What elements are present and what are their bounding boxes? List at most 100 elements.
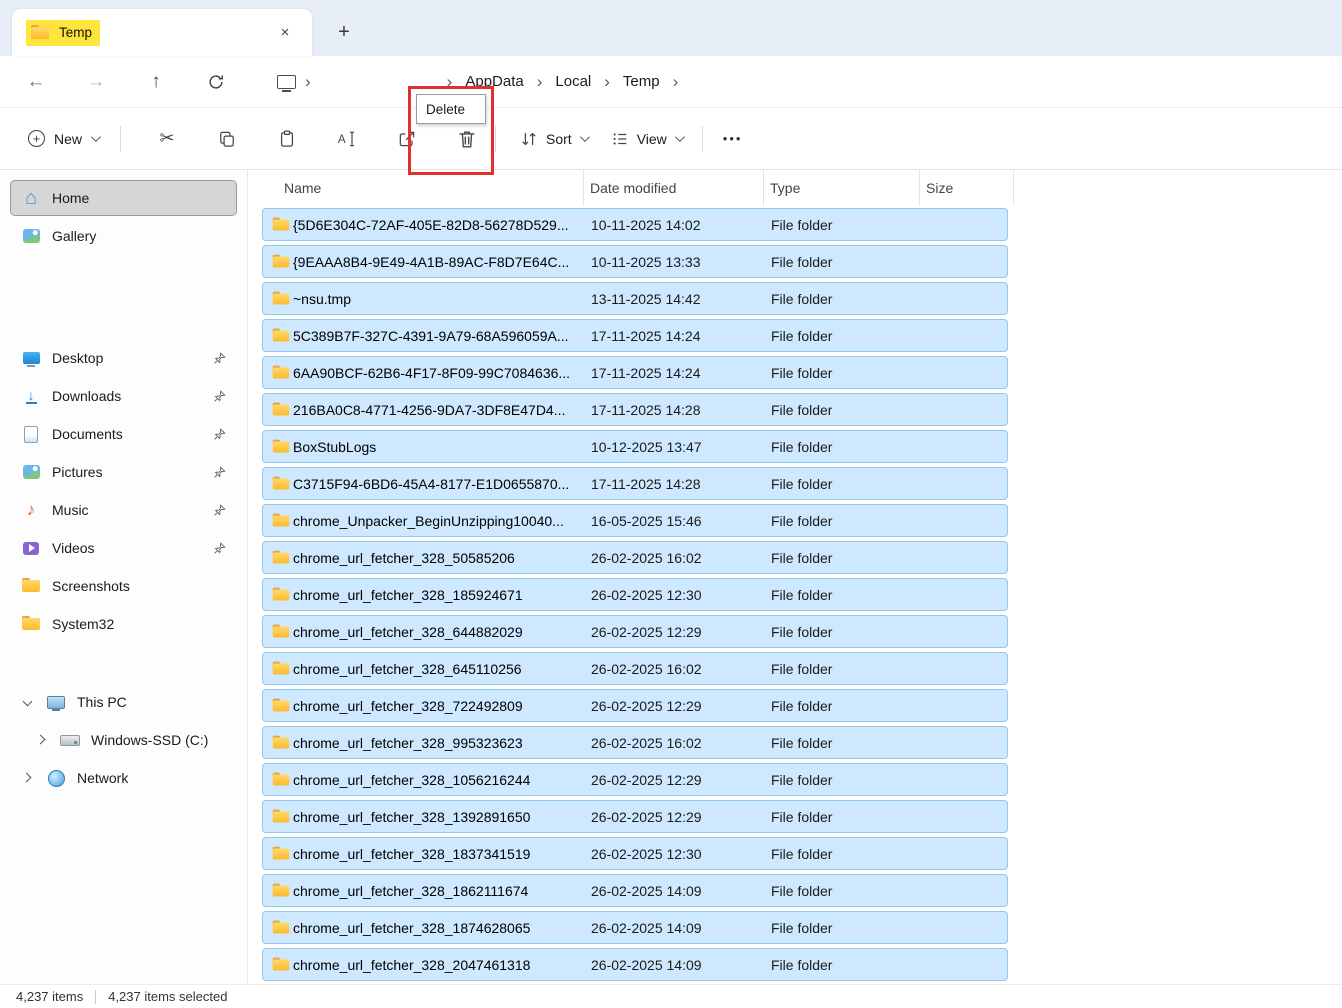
sidebar-item[interactable]: Gallery <box>10 218 237 254</box>
breadcrumb-segment-appdata[interactable]: AppData <box>461 69 527 94</box>
sidebar-item[interactable]: Screenshots <box>10 568 237 604</box>
file-row[interactable]: chrome_url_fetcher_328_1862111674 26-02-… <box>262 874 1008 907</box>
file-row[interactable]: chrome_url_fetcher_328_2047461318 26-02-… <box>262 948 1008 981</box>
file-row[interactable]: chrome_Unpacker_BeginUnzipping10040... 1… <box>262 504 1008 537</box>
chevron-right-icon[interactable]: › <box>595 72 619 92</box>
delete-button[interactable] <box>449 121 485 157</box>
file-date-modified: 26-02-2025 12:30 <box>585 587 765 603</box>
file-date-modified: 26-02-2025 16:02 <box>585 550 765 566</box>
sidebar-item[interactable]: Documents <box>10 416 237 452</box>
sidebar-item-icon <box>21 576 41 596</box>
expand-chevron-icon[interactable] <box>21 695 35 709</box>
file-row[interactable]: 216BA0C8-4771-4256-9DA7-3DF8E47D4... 17-… <box>262 393 1008 426</box>
sort-button[interactable]: Sort <box>510 122 597 156</box>
file-type: File folder <box>765 920 921 936</box>
expand-chevron-icon[interactable] <box>21 771 35 785</box>
file-name: {5D6E304C-72AF-405E-82D8-56278D529... <box>293 217 585 233</box>
up-button[interactable]: ↑ <box>144 68 168 96</box>
this-pc-icon[interactable] <box>276 72 296 92</box>
paste-button[interactable] <box>269 121 305 157</box>
file-row[interactable]: chrome_url_fetcher_328_644882029 26-02-2… <box>262 615 1008 648</box>
sort-icon <box>520 130 538 148</box>
file-type: File folder <box>765 550 921 566</box>
back-button[interactable]: ← <box>24 68 48 96</box>
folder-icon <box>272 770 290 788</box>
folder-icon <box>272 548 290 566</box>
column-header-size[interactable]: Size <box>920 170 1014 206</box>
copy-button[interactable] <box>209 121 245 157</box>
file-type: File folder <box>765 624 921 640</box>
column-header-name[interactable]: Name <box>262 170 584 206</box>
file-date-modified: 26-02-2025 14:09 <box>585 920 765 936</box>
file-row[interactable]: chrome_url_fetcher_328_1874628065 26-02-… <box>262 911 1008 944</box>
chevron-right-icon[interactable]: › <box>438 72 462 92</box>
sidebar-tree-item[interactable]: Network <box>10 760 237 796</box>
sidebar-tree-item[interactable]: This PC <box>10 684 237 720</box>
file-row[interactable]: BoxStubLogs 10-12-2025 13:47 File folder <box>262 430 1008 463</box>
pin-icon <box>213 390 226 403</box>
file-date-modified: 26-02-2025 12:29 <box>585 809 765 825</box>
tab-close-button[interactable]: × <box>272 20 298 46</box>
more-options-button[interactable]: ••• <box>713 123 753 154</box>
file-type: File folder <box>765 402 921 418</box>
rename-button[interactable]: A <box>329 121 365 157</box>
sidebar-item[interactable]: Downloads <box>10 378 237 414</box>
file-row[interactable]: chrome_url_fetcher_328_722492809 26-02-2… <box>262 689 1008 722</box>
tab-temp[interactable]: Temp × <box>12 9 312 56</box>
file-row[interactable]: C3715F94-6BD6-45A4-8177-E1D0655870... 17… <box>262 467 1008 500</box>
column-header-date-modified[interactable]: Date modified <box>584 170 764 206</box>
chevron-right-icon[interactable]: › <box>664 72 688 92</box>
share-button[interactable] <box>389 121 425 157</box>
file-row[interactable]: ~nsu.tmp 13-11-2025 14:42 File folder <box>262 282 1008 315</box>
file-date-modified: 16-05-2025 15:46 <box>585 513 765 529</box>
file-name: chrome_url_fetcher_328_1874628065 <box>293 920 585 936</box>
file-name: chrome_url_fetcher_328_1056216244 <box>293 772 585 788</box>
refresh-button[interactable] <box>204 68 228 96</box>
sidebar-item[interactable]: Music <box>10 492 237 528</box>
file-date-modified: 10-11-2025 13:33 <box>585 254 765 270</box>
file-row[interactable]: chrome_url_fetcher_328_1392891650 26-02-… <box>262 800 1008 833</box>
expand-chevron-icon[interactable] <box>35 733 49 747</box>
sidebar-item[interactable]: Desktop <box>10 340 237 376</box>
chevron-right-icon[interactable]: › <box>296 72 320 92</box>
file-row[interactable]: {9EAAA8B4-9E49-4A1B-89AC-F8D7E64C... 10-… <box>262 245 1008 278</box>
breadcrumb-segment-local[interactable]: Local <box>551 69 595 94</box>
file-date-modified: 26-02-2025 12:29 <box>585 698 765 714</box>
file-type: File folder <box>765 513 921 529</box>
file-row[interactable]: 5C389B7F-327C-4391-9A79-68A596059A... 17… <box>262 319 1008 352</box>
selected-count: 4,237 items selected <box>108 989 227 1004</box>
chevron-right-icon[interactable]: › <box>528 72 552 92</box>
column-header-type[interactable]: Type <box>764 170 920 206</box>
file-date-modified: 17-11-2025 14:24 <box>585 328 765 344</box>
copy-icon <box>217 129 237 149</box>
file-row[interactable]: chrome_url_fetcher_328_50585206 26-02-20… <box>262 541 1008 574</box>
sidebar-item[interactable]: Home <box>10 180 237 216</box>
view-button[interactable]: View <box>601 122 692 156</box>
file-row[interactable]: chrome_url_fetcher_328_645110256 26-02-2… <box>262 652 1008 685</box>
sidebar-item[interactable]: Pictures <box>10 454 237 490</box>
column-headers: Name Date modified Type Size <box>262 170 1342 206</box>
toolbar-divider <box>120 126 121 152</box>
sidebar-item-icon <box>21 538 41 558</box>
new-button[interactable]: + New <box>16 122 110 155</box>
file-date-modified: 10-11-2025 14:02 <box>585 217 765 233</box>
file-row[interactable]: chrome_url_fetcher_328_185924671 26-02-2… <box>262 578 1008 611</box>
sidebar-item-label: Music <box>52 502 89 518</box>
file-name: {9EAAA8B4-9E49-4A1B-89AC-F8D7E64C... <box>293 254 585 270</box>
new-tab-button[interactable]: + <box>330 18 358 46</box>
file-type: File folder <box>765 439 921 455</box>
file-row[interactable]: chrome_url_fetcher_328_1056216244 26-02-… <box>262 763 1008 796</box>
breadcrumb-segment-temp[interactable]: Temp <box>619 69 664 94</box>
forward-button[interactable]: → <box>84 68 108 96</box>
cut-button[interactable]: ✂ <box>149 121 185 157</box>
sidebar-item-icon <box>21 424 41 444</box>
sidebar-item[interactable]: Videos <box>10 530 237 566</box>
file-type: File folder <box>765 217 921 233</box>
file-row[interactable]: {5D6E304C-72AF-405E-82D8-56278D529... 10… <box>262 208 1008 241</box>
sidebar-tree-item[interactable]: Windows-SSD (C:) <box>24 722 237 758</box>
sidebar-item[interactable]: System32 <box>10 606 237 642</box>
file-row[interactable]: chrome_url_fetcher_328_995323623 26-02-2… <box>262 726 1008 759</box>
folder-icon <box>272 659 290 677</box>
file-row[interactable]: chrome_url_fetcher_328_1837341519 26-02-… <box>262 837 1008 870</box>
file-row[interactable]: 6AA90BCF-62B6-4F17-8F09-99C7084636... 17… <box>262 356 1008 389</box>
